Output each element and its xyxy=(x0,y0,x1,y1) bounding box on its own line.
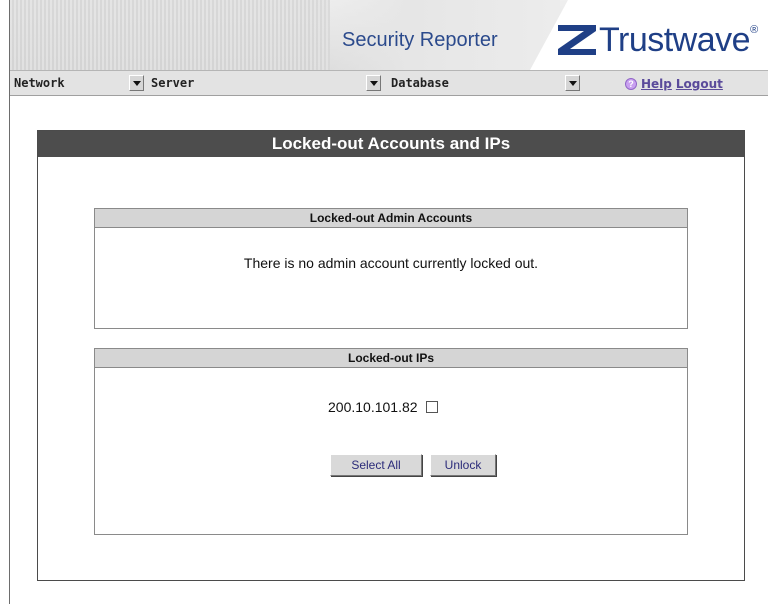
locked-ips-header: Locked-out IPs xyxy=(95,348,687,368)
ip-checkbox[interactable] xyxy=(425,401,438,413)
chevron-down-icon[interactable] xyxy=(565,75,580,91)
app-title: Security Reporter xyxy=(342,29,498,51)
server-select-label: Server xyxy=(151,76,195,90)
chevron-down-icon[interactable] xyxy=(366,75,381,91)
unlock-button[interactable]: Unlock xyxy=(430,454,496,476)
app-header: Security Reporter Trustwave ® xyxy=(10,0,768,70)
trustwave-z-logo-icon xyxy=(558,25,596,55)
page-title: Locked-out Accounts and IPs xyxy=(38,131,744,157)
brand-name: Trustwave xyxy=(599,21,751,59)
server-select[interactable]: Server xyxy=(151,75,381,92)
header-pattern xyxy=(10,0,330,70)
admin-accounts-header: Locked-out Admin Accounts xyxy=(95,208,687,228)
logout-link[interactable]: Logout xyxy=(676,77,723,91)
locked-ips-box: Locked-out IPs 200.10.101.82 Select All … xyxy=(94,348,688,535)
network-select-label: Network xyxy=(14,76,65,90)
database-select-label: Database xyxy=(391,76,449,90)
list-item: 200.10.101.82 xyxy=(328,399,438,415)
nav-bar: Network Server Database ? Help Logout xyxy=(10,70,768,96)
database-select[interactable]: Database xyxy=(391,75,581,92)
admin-accounts-box: Locked-out Admin Accounts There is no ad… xyxy=(94,208,688,329)
question-circle-icon[interactable]: ? xyxy=(625,78,637,90)
no-admin-message: There is no admin account currently lock… xyxy=(243,255,539,271)
ip-address: 200.10.101.82 xyxy=(328,399,418,415)
locked-out-panel: Locked-out Accounts and IPs Locked-out A… xyxy=(37,130,745,581)
registered-mark: ® xyxy=(750,24,759,36)
chevron-down-icon[interactable] xyxy=(129,75,144,91)
network-select[interactable]: Network xyxy=(14,75,144,92)
help-link[interactable]: Help xyxy=(641,77,672,91)
trustwave-logo: Trustwave ® xyxy=(558,22,758,58)
help-logout-area: ? Help Logout xyxy=(625,77,723,91)
select-all-button[interactable]: Select All xyxy=(330,454,422,476)
